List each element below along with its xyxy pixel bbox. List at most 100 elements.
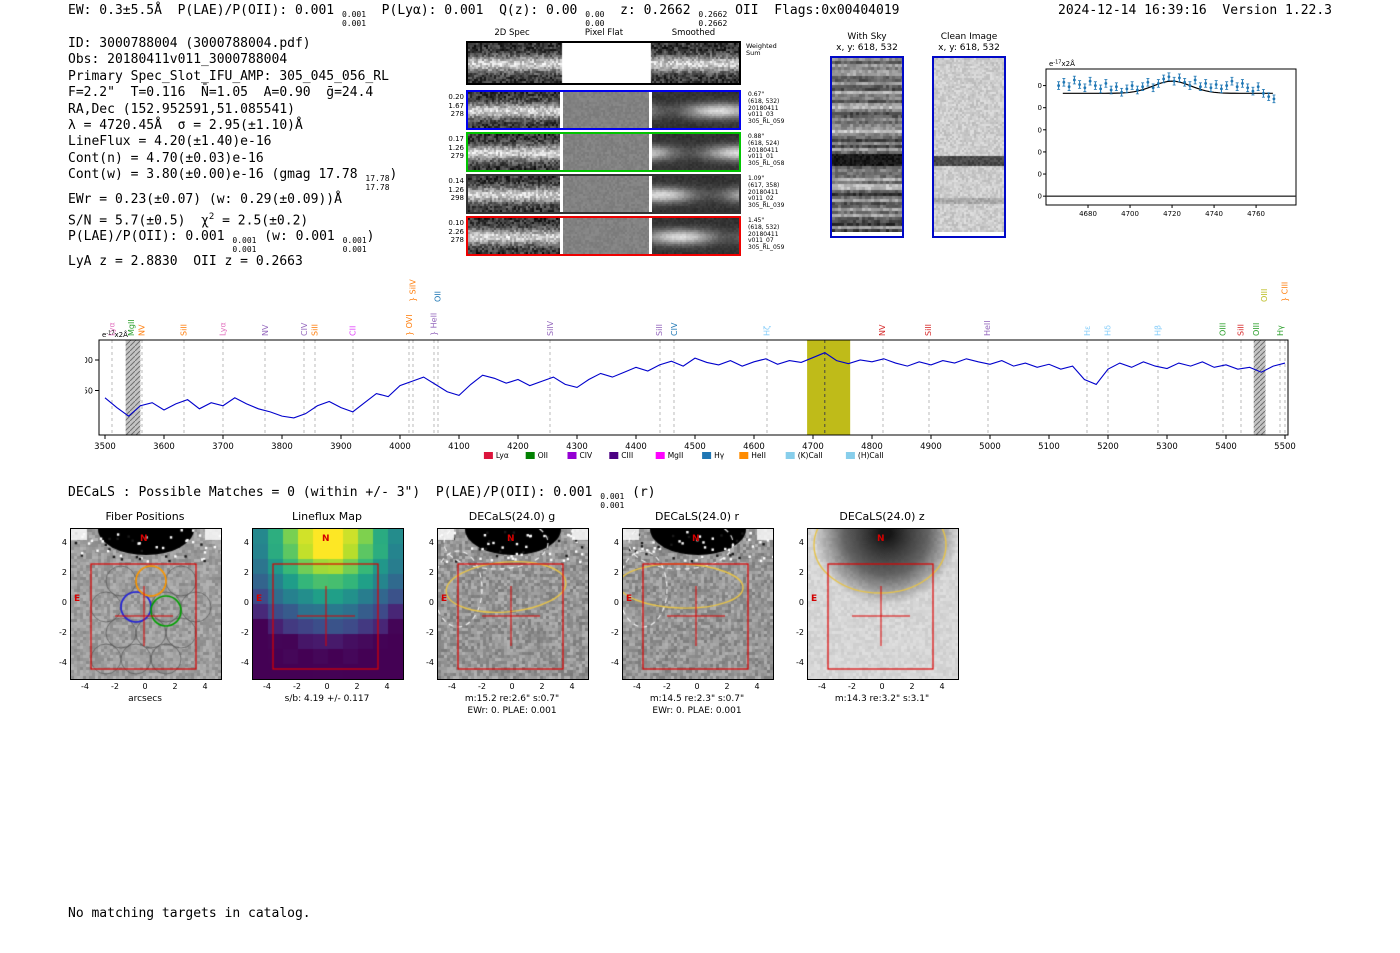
x-tick-label: 5200 (1097, 442, 1119, 452)
emission-line-label: Hδ (1104, 325, 1113, 336)
legend-label: CIII (621, 451, 633, 460)
cutout-title: Fiber Positions (105, 510, 185, 523)
fiber-row-annotation-line: 305_RL_059 (748, 118, 785, 126)
fiber-row-annotations: 0.67" (618, 532) 20180411 v011_03 305_RL_059 (748, 91, 800, 126)
y-tick-label: -2 (241, 628, 249, 637)
data-point (1251, 89, 1255, 93)
x-tick-label: 2 (354, 682, 360, 691)
cutout-caption: m:14.3 re:3.2" s:3.1" (834, 694, 930, 704)
data-point (1172, 79, 1176, 83)
emission-line-label: SiII (924, 324, 933, 336)
data-point (1256, 85, 1260, 89)
stacked-value: 0.001 0.001 (600, 492, 624, 510)
data-point (1156, 81, 1160, 85)
x-tick-label: 3600 (153, 442, 175, 452)
full-spectrum-plot: 5010035003600370038003900400041004200430… (78, 276, 1300, 468)
legend-label: Lyα (496, 451, 509, 460)
y-tick-label: 20 (1038, 171, 1042, 179)
data-point (1209, 86, 1213, 90)
info-line: Obs: 20180411v011_3000788004 (68, 52, 288, 68)
y-tick-label: 50 (85, 387, 93, 396)
detected-line-band (807, 340, 851, 435)
cutout-image-4 (807, 528, 959, 680)
x-tick-label: 4760 (1247, 210, 1265, 217)
fiber-row-left-label: 279 (450, 152, 464, 160)
header-summary-line: EW: 0.3±5.5Å P(LAE)/P(OII): 0.001 0.001 0… (68, 3, 900, 28)
x-tick-label: -2 (293, 682, 301, 691)
x-tick-label: 4740 (1205, 210, 1223, 217)
data-point (1262, 91, 1265, 95)
legend-swatch (567, 452, 577, 459)
spec2d-col-header-smoothed: Smoothed (671, 28, 716, 38)
x-tick-label: 4500 (684, 442, 706, 452)
y-tick-label: 4 (243, 538, 249, 547)
x-tick-label: 4680 (1079, 210, 1097, 217)
weighted-sum-label-line2: Sum (746, 49, 761, 57)
legend-label: MgII (668, 451, 684, 460)
data-point (1099, 87, 1103, 91)
x-tick-label: 5100 (1038, 442, 1060, 452)
line-fit-zoom-plot: 0 20 40 60 80 100 4680 4700 4720 4740 4760 e-17x2Å (1029, 55, 1310, 218)
with-sky-image (832, 58, 902, 232)
spec2d-col-header-pixelflat: Pixel Flat (584, 28, 624, 38)
fiber-row-smooth-image (652, 176, 739, 212)
data-point (1230, 79, 1234, 83)
legend-label: Hγ (714, 451, 725, 460)
x-tick-label: -2 (663, 682, 671, 691)
legend-label: CIV (580, 451, 593, 460)
cutout-title: DECaLS(24.0) z (839, 510, 925, 523)
fiber-row-left-label: 278 (450, 110, 464, 118)
data-point (1225, 84, 1229, 87)
data-point (1162, 77, 1166, 81)
x-tick-label: -4 (448, 682, 456, 691)
with-sky-coords: x, y: 618, 532 (836, 43, 898, 53)
report-datetime: 2024-12-14 16:39:16 (1058, 3, 1207, 18)
spec2d-figure: 2D Spec Pixel Flat Smoothed Weighted Sum… (448, 28, 806, 260)
compass-north-label: N (877, 534, 885, 544)
stacked-value: 0.001 0.001 (343, 237, 367, 254)
x-tick-label: -4 (263, 682, 271, 691)
y-tick-label: -2 (426, 628, 434, 637)
fiber-row-annotation-line: 305_RL_058 (748, 160, 785, 168)
emission-line-label: SiII (655, 324, 664, 336)
data-point (1272, 97, 1276, 101)
emission-line-label: SiII (1236, 324, 1245, 336)
x-tick-label: 0 (324, 682, 330, 691)
data-point (1120, 90, 1124, 94)
cutout-caption: arcsecs (128, 694, 162, 704)
fiber-row-left-label: 0.20 (448, 93, 464, 101)
info-line: EWr = 0.23(±0.07) (w: 0.29(±0.09))Å (68, 192, 342, 208)
fiber-row-spec-image (468, 176, 560, 212)
cutout-title: DECaLS(24.0) g (468, 510, 556, 523)
emission-line-label: SiII (311, 324, 320, 336)
y-tick-label: 0 (243, 598, 249, 607)
fiber-row-smooth-image (652, 134, 739, 170)
spectrum-frame (98, 339, 1289, 436)
emission-line-label: OIII (1260, 289, 1269, 302)
fiber-row-left-label: 0.17 (448, 135, 464, 143)
x-tick-label: 3800 (271, 442, 293, 452)
with-sky-title: With Sky (847, 32, 887, 42)
emission-line-label: } CIII (1281, 282, 1290, 302)
info-line: P(LAE)/P(OII): 0.001 0.001 0.001 (w: 0.00… (68, 229, 375, 254)
data-point (1093, 84, 1097, 87)
legend-swatch (702, 452, 712, 459)
clean-image-title: Clean Image (940, 32, 998, 42)
emission-line-label: } HeII (430, 313, 439, 336)
x-tick-label: 4 (569, 682, 575, 691)
fiber-row-flat-image (563, 176, 649, 212)
emission-line-label: OII (433, 291, 442, 302)
emission-line-label: SiII (180, 324, 189, 336)
x-tick-label: 4100 (448, 442, 470, 452)
emission-line-label: NV (878, 324, 887, 336)
emission-line-label: MgII (127, 319, 136, 336)
clean-image-coords: x, y: 618, 532 (938, 43, 1000, 53)
catalog-footer-text: No matching targets in catalog. Row inte… (68, 875, 311, 953)
fiber-row-left-label: 298 (450, 194, 464, 202)
fiber-row-annotations: 1.45" (618, 532) 20180411 v011_07 305_RL_059 (748, 217, 800, 252)
data-point (1267, 95, 1271, 99)
fiber-row-left-labels: 0.20 1.67 278 (438, 93, 464, 119)
spec2d-col-header-2dspec: 2D Spec (494, 28, 530, 38)
data-point (1146, 80, 1150, 84)
fiber-row-left-labels: 0.10 2.26 278 (438, 219, 464, 245)
